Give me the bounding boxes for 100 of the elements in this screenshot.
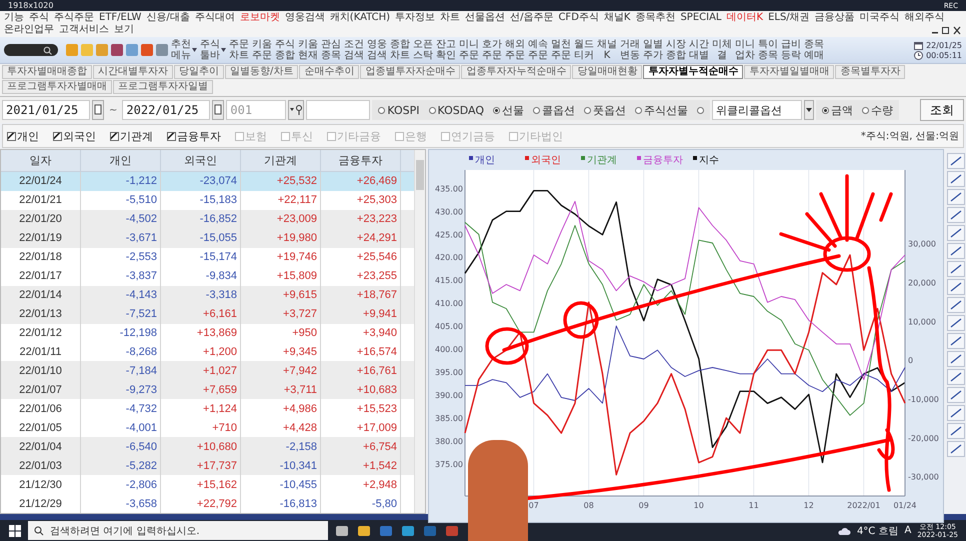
tab[interactable]: 시간대별투자자 [93, 65, 173, 79]
unit-radio[interactable]: 수량 [862, 102, 894, 118]
app-icon[interactable] [356, 524, 372, 538]
menu-item[interactable]: 해외주식 [904, 12, 945, 24]
line-tool-icon[interactable] [947, 207, 965, 223]
market-radio[interactable]: 풋옵션 [584, 102, 626, 118]
tab[interactable]: 일별동향/차트 [225, 65, 298, 79]
line-tool-icon[interactable] [947, 261, 965, 277]
toolbar-button[interactable]: 일별 주가 [642, 39, 664, 61]
market-radio[interactable]: KOSPI [378, 104, 420, 116]
menu-item[interactable]: 영웅검색 [284, 12, 325, 24]
toolbar-button[interactable]: 종합 차트 [389, 39, 411, 61]
toolbar-button[interactable]: 미니 주문 [458, 39, 480, 61]
menu-item[interactable]: CFD주식 [558, 12, 599, 24]
table-row[interactable]: 22/01/20 -4,502 -16,852 +23,009 +23,223 [1, 210, 414, 229]
menu-item[interactable]: 로보마켓 [240, 12, 280, 24]
tab[interactable]: 프로그램투자자일별 [113, 80, 213, 94]
table-row[interactable]: 22/01/14 -4,143 -3,318 +9,615 +18,767 [1, 286, 414, 305]
menu-item[interactable]: 신용/대출 [146, 12, 190, 24]
menu-item[interactable]: 기능 [4, 12, 24, 24]
market-radio[interactable]: KOSDAQ [428, 104, 484, 116]
menu-item[interactable]: 주식 [29, 12, 49, 24]
menu-item[interactable]: ETF/ELW [99, 12, 142, 24]
search-button[interactable]: 조회 [920, 99, 964, 121]
toolbar-button[interactable]: 주식 툴바 [199, 39, 227, 61]
menu-item[interactable]: 선물옵션 [465, 12, 506, 24]
toolbar-button[interactable]: 월드 티커 [573, 39, 595, 61]
name-field[interactable] [306, 100, 370, 120]
calendar-icon[interactable] [212, 100, 224, 120]
toolbar-button[interactable]: 시간 대별 [688, 39, 710, 61]
menu-item[interactable]: 데이터K [726, 12, 764, 24]
toolbar-button[interactable]: 키움 주문 [251, 39, 273, 61]
tab[interactable]: 순매수추이 [299, 65, 360, 79]
tab[interactable]: 투자자별일별매매 [744, 65, 834, 79]
menu-item[interactable]: 보기 [114, 24, 134, 36]
investor-checkbox[interactable]: 외국인 [53, 128, 96, 144]
toolbar-button[interactable]: 조건 검색 [343, 39, 365, 61]
toolbar-button[interactable]: 예속 주문 [527, 39, 549, 61]
line-tool-icon[interactable] [947, 405, 965, 421]
toolbar-button[interactable]: 급비 등락 [780, 39, 802, 61]
tab[interactable]: 종목별투자자 [835, 65, 906, 79]
toolbar-button[interactable]: 키움 현재 [297, 39, 319, 61]
weekly-radio[interactable] [697, 106, 704, 114]
menu-item[interactable]: 주식대여 [194, 12, 235, 24]
line-tool-icon[interactable] [947, 153, 965, 169]
investor-checkbox[interactable]: 개인 [7, 128, 39, 144]
toolbar-button[interactable]: 해외 주문 [504, 39, 526, 61]
tab[interactable]: 투자자별누적순매수 [643, 65, 744, 79]
menu-item[interactable]: 차트 [440, 12, 460, 24]
toolbar-button[interactable]: 주식 종합 [274, 39, 296, 61]
toolbar-button[interactable]: 관심 종목 [320, 39, 342, 61]
tab[interactable]: 업종투자자누적순매수 [461, 65, 572, 79]
toolbar-button[interactable]: 주문 차트 [228, 39, 250, 61]
table-row[interactable]: 22/01/04 -6,540 +10,680 -2,158 +6,754 [1, 437, 414, 456]
restore-icon[interactable] [941, 26, 951, 34]
input-language[interactable]: A [904, 525, 912, 536]
menu-item[interactable]: 고객서비스 [59, 24, 109, 36]
menu-item[interactable]: 종목추천 [635, 12, 676, 24]
menu-item[interactable]: 투자정보 [395, 12, 436, 24]
table-row[interactable]: 22/01/03 -5,282 +17,737 -10,341 +1,542 [1, 456, 414, 476]
toolbar-button[interactable]: 미체 결 [711, 39, 733, 61]
toolbar-button[interactable]: 종목 예매 [803, 39, 825, 61]
line-tool-icon[interactable] [947, 423, 965, 439]
menu-item[interactable]: ELS/채권 [768, 12, 810, 24]
investor-checkbox[interactable]: 금융투자 [167, 128, 221, 144]
close-icon[interactable] [952, 26, 962, 34]
end-date-field[interactable]: 2022/01/25 [122, 100, 210, 120]
windows-start-icon[interactable] [8, 524, 22, 538]
menu-item[interactable]: 채널K [604, 12, 630, 24]
market-radio[interactable]: 콜옵션 [533, 102, 576, 118]
menu-item[interactable]: 온라인업무 [4, 24, 54, 36]
square-icon[interactable] [140, 43, 154, 57]
square-icon[interactable] [155, 43, 169, 57]
toolbar-button[interactable]: 미니 업차 [734, 39, 756, 61]
tab[interactable]: 프로그램투자자별매매 [2, 80, 112, 94]
menu-item[interactable]: 주식주문 [54, 12, 94, 24]
toolbar-button[interactable]: 채널 K [596, 39, 618, 61]
square-icon[interactable] [110, 43, 124, 57]
toolbar-button[interactable]: 잔고 확인 [435, 39, 457, 61]
line-tool-icon[interactable] [947, 441, 965, 457]
line-tool-icon[interactable] [947, 315, 965, 331]
menu-item[interactable]: SPECIAL [680, 12, 722, 24]
investor-checkbox[interactable]: 기관계 [110, 128, 153, 144]
tab[interactable]: 당일추이 [174, 65, 224, 79]
scrollbar[interactable] [414, 150, 425, 513]
toolbar-button[interactable]: 시장 종합 [665, 39, 687, 61]
line-tool-icon[interactable] [947, 333, 965, 349]
line-tool-icon[interactable] [947, 279, 965, 295]
toolbar-button[interactable]: 추천 메뉴 [170, 39, 198, 61]
tab[interactable]: 투자자별매매종합 [2, 65, 92, 79]
table-row[interactable]: 22/01/07 -9,273 +7,659 +3,711 +10,683 [1, 380, 414, 400]
line-tool-icon[interactable] [947, 387, 965, 403]
table-row[interactable]: 22/01/19 -3,671 -15,055 +19,980 +24,291 [1, 228, 414, 248]
calendar-icon[interactable] [92, 100, 104, 120]
menu-search-field[interactable] [4, 44, 58, 56]
line-tool-icon[interactable] [947, 225, 965, 241]
menu-item[interactable]: 선/옵주문 [510, 12, 554, 24]
market-radio[interactable]: 선물 [493, 102, 524, 118]
tab[interactable]: 당일매매현황 [572, 65, 642, 79]
toolbar-button[interactable]: 호가 주문 [481, 39, 503, 61]
